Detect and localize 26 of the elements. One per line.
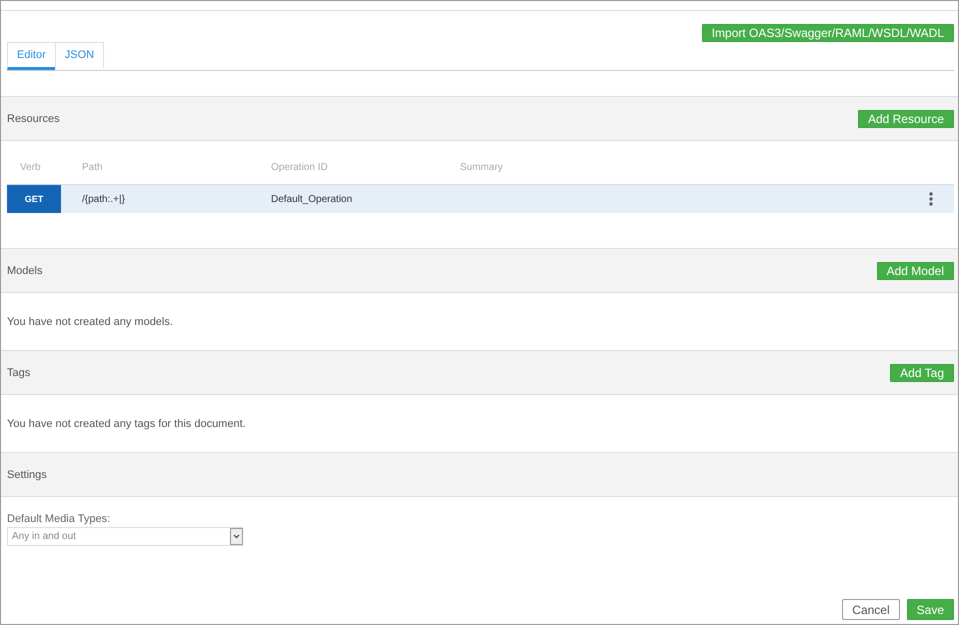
cancel-button[interactable]: Cancel — [842, 599, 900, 620]
column-header: Path — [82, 162, 104, 172]
table-cell-text: /{path:.+|} — [82, 194, 126, 204]
table-cell-text: Default_Operation — [271, 194, 354, 204]
column-header: Summary — [460, 162, 504, 172]
empty-message: You have not created any models. — [7, 316, 173, 328]
section-title: Settings — [7, 468, 47, 480]
tab[interactable]: Editor — [7, 42, 56, 70]
import-button[interactable]: Import OAS3/Swagger/RAML/WSDL/WADL — [702, 24, 954, 42]
field-label: Default Media Types: — [7, 513, 110, 525]
empty-message: You have not created any tags for this document. — [7, 418, 246, 430]
more-icon[interactable] — [929, 192, 933, 206]
section-title: Resources — [7, 112, 60, 124]
add-resource-button[interactable]: Add Resource — [858, 110, 954, 128]
tab[interactable]: JSON — [54, 42, 104, 70]
add-tag-button[interactable]: Add Tag — [890, 364, 954, 382]
media-types-dropdown[interactable]: Any in and out — [7, 527, 243, 546]
save-button[interactable]: Save — [906, 599, 954, 620]
verb-badge: GET — [7, 185, 61, 213]
chevron-down-icon — [230, 528, 243, 545]
section-title: Tags — [7, 366, 30, 378]
column-header: Operation ID — [271, 162, 329, 172]
add-model-button[interactable]: Add Model — [876, 262, 954, 280]
column-header: Verb — [19, 162, 42, 172]
resource-row[interactable]: GET /{path:.+|} Default_Operation — [7, 185, 954, 213]
section-title: Models — [7, 264, 42, 276]
